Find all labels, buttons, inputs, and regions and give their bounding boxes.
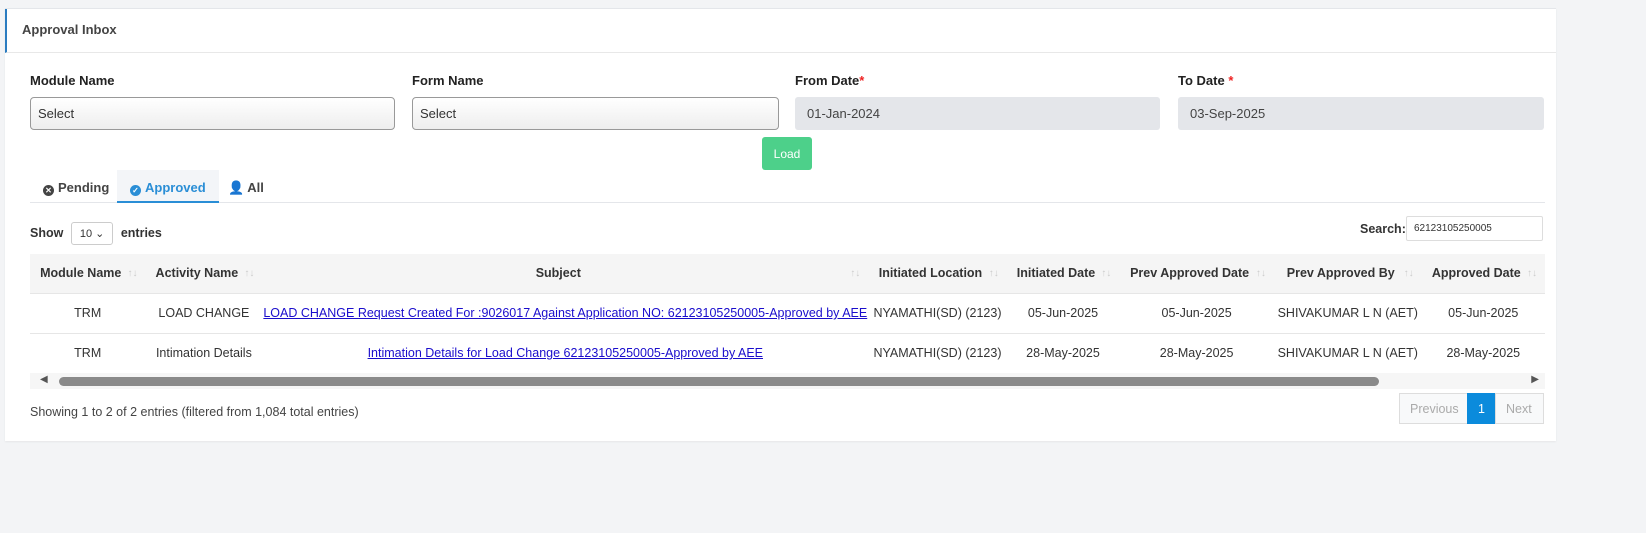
entries-value: 10 <box>79 228 93 240</box>
tab-all[interactable]: 👤 All <box>215 170 277 203</box>
sort-icon: ↑↓ <box>1255 268 1266 279</box>
cell-location: NYAMATHI(SD) (2123) <box>868 332 1007 373</box>
show-label: Show <box>30 226 64 240</box>
cell-prev-approved-date: 28-May-2025 <box>1119 332 1274 373</box>
col-label: Prev Approved Date <box>1130 266 1250 281</box>
page-1-button[interactable]: 1 <box>1467 393 1496 424</box>
search-label: Search: <box>1360 222 1406 236</box>
entries-select[interactable]: 10 ⌄ <box>70 222 114 245</box>
cell-subject: Intimation Details for Load Change 62123… <box>262 332 869 373</box>
tab-approved[interactable]: ✓ Approved <box>117 170 219 203</box>
cell-initiated-date: 05-Jun-2025 <box>1006 292 1120 333</box>
table-row: TRM LOAD CHANGE LOAD CHANGE Request Crea… <box>30 292 1545 333</box>
col-subject[interactable]: Subject ↑↓ <box>262 254 869 293</box>
col-approved-date[interactable]: Approved Date ↑↓ <box>1421 254 1545 293</box>
from-date-label: From Date* <box>795 73 864 88</box>
col-label: Activity Name <box>155 266 239 281</box>
to-date-input[interactable]: 03-Sep-2025 <box>1178 97 1544 130</box>
tabs: ✕ Pending ✓ Approved 👤 All <box>30 170 1545 203</box>
times-circle-icon: ✕ <box>43 185 54 196</box>
cell-initiated-date: 28-May-2025 <box>1006 332 1120 373</box>
subject-link[interactable]: LOAD CHANGE Request Created For :9026017… <box>263 306 867 320</box>
scrollbar-thumb[interactable] <box>59 377 1379 386</box>
cell-module: TRM <box>30 332 146 373</box>
previous-button[interactable]: Previous <box>1399 393 1468 424</box>
module-name-select[interactable]: Select <box>30 97 395 130</box>
col-label: Initiated Date <box>1016 266 1096 281</box>
module-name-label: Module Name <box>30 73 115 88</box>
cell-activity: Intimation Details <box>145 332 263 373</box>
table-header-row: Module Name ↑↓ Activity Name ↑↓ Subject ↑↓ … <box>30 254 1545 293</box>
required-mark: * <box>859 73 865 88</box>
col-label: Approved Date <box>1431 266 1521 281</box>
sort-icon: ↑↓ <box>1101 268 1112 279</box>
to-date-label-text: To Date <box>1178 73 1225 88</box>
scroll-right-icon[interactable]: ▶ <box>1531 374 1539 385</box>
col-initiated-location[interactable]: Initiated Location ↑↓ <box>868 254 1007 293</box>
page-title: Approval Inbox <box>5 9 1556 53</box>
sort-icon: ↑↓ <box>1527 268 1537 279</box>
cell-approved-date: 05-Jun-2025 <box>1421 292 1545 333</box>
col-label: Module Name <box>40 266 122 281</box>
to-date-label: To Date * <box>1178 73 1233 88</box>
table-row: TRM Intimation Details Intimation Detail… <box>30 332 1545 373</box>
tab-label: Approved <box>145 180 206 195</box>
form-name-label: Form Name <box>412 73 484 88</box>
col-label: Prev Approved By <box>1286 266 1395 281</box>
cell-location: NYAMATHI(SD) (2123) <box>868 292 1007 333</box>
check-circle-icon: ✓ <box>130 185 141 196</box>
tab-label: All <box>247 180 264 195</box>
required-mark: * <box>1228 73 1234 88</box>
subject-link[interactable]: Intimation Details for Load Change 62123… <box>368 346 763 360</box>
user-icon: 👤 <box>228 180 245 195</box>
col-label: Initiated Location <box>878 266 983 281</box>
from-date-input[interactable]: 01-Jan-2024 <box>795 97 1160 130</box>
col-prev-approved-by[interactable]: Prev Approved By ↑↓ <box>1273 254 1422 293</box>
approval-table: Module Name ↑↓ Activity Name ↑↓ Subject ↑↓ … <box>30 254 1545 373</box>
sort-icon: ↑↓ <box>244 268 255 279</box>
cell-prev-approved-by: SHIVAKUMAR L N (AET) <box>1273 292 1422 333</box>
horizontal-scrollbar[interactable]: ◀ ▶ <box>30 373 1545 389</box>
col-activity-name[interactable]: Activity Name ↑↓ <box>145 254 263 293</box>
search-input[interactable]: 62123105250005 <box>1406 216 1543 241</box>
sort-icon: ↑↓ <box>988 268 999 279</box>
tab-pending[interactable]: ✕ Pending <box>30 170 122 203</box>
col-prev-approved-date[interactable]: Prev Approved Date ↑↓ <box>1119 254 1274 293</box>
from-date-label-text: From Date <box>795 73 860 88</box>
sort-icon: ↑↓ <box>127 268 138 279</box>
table-info: Showing 1 to 2 of 2 entries (filtered fr… <box>30 405 359 419</box>
entries-control: Show 10 ⌄ entries <box>30 222 162 245</box>
cell-prev-approved-by: SHIVAKUMAR L N (AET) <box>1273 332 1422 373</box>
tab-label: Pending <box>58 180 110 195</box>
next-button[interactable]: Next <box>1495 393 1544 424</box>
cell-approved-date: 28-May-2025 <box>1421 332 1545 373</box>
cell-subject: LOAD CHANGE Request Created For :9026017… <box>262 292 869 333</box>
scroll-left-icon[interactable]: ◀ <box>40 374 48 385</box>
col-label: Subject <box>535 266 581 281</box>
sort-icon: ↑↓ <box>850 268 861 279</box>
chevron-down-icon: ⌄ <box>95 228 105 240</box>
cell-activity: LOAD CHANGE <box>145 292 263 333</box>
col-module-name[interactable]: Module Name ↑↓ <box>30 254 146 293</box>
sort-icon: ↑↓ <box>1403 268 1414 279</box>
approval-inbox-card: Approval Inbox Module Name Select Form N… <box>5 8 1556 441</box>
cell-module: TRM <box>30 292 146 333</box>
load-button[interactable]: Load <box>762 137 812 170</box>
form-name-select[interactable]: Select <box>412 97 779 130</box>
entries-label: entries <box>120 226 162 240</box>
col-initiated-date[interactable]: Initiated Date ↑↓ <box>1006 254 1120 293</box>
cell-prev-approved-date: 05-Jun-2025 <box>1119 292 1274 333</box>
